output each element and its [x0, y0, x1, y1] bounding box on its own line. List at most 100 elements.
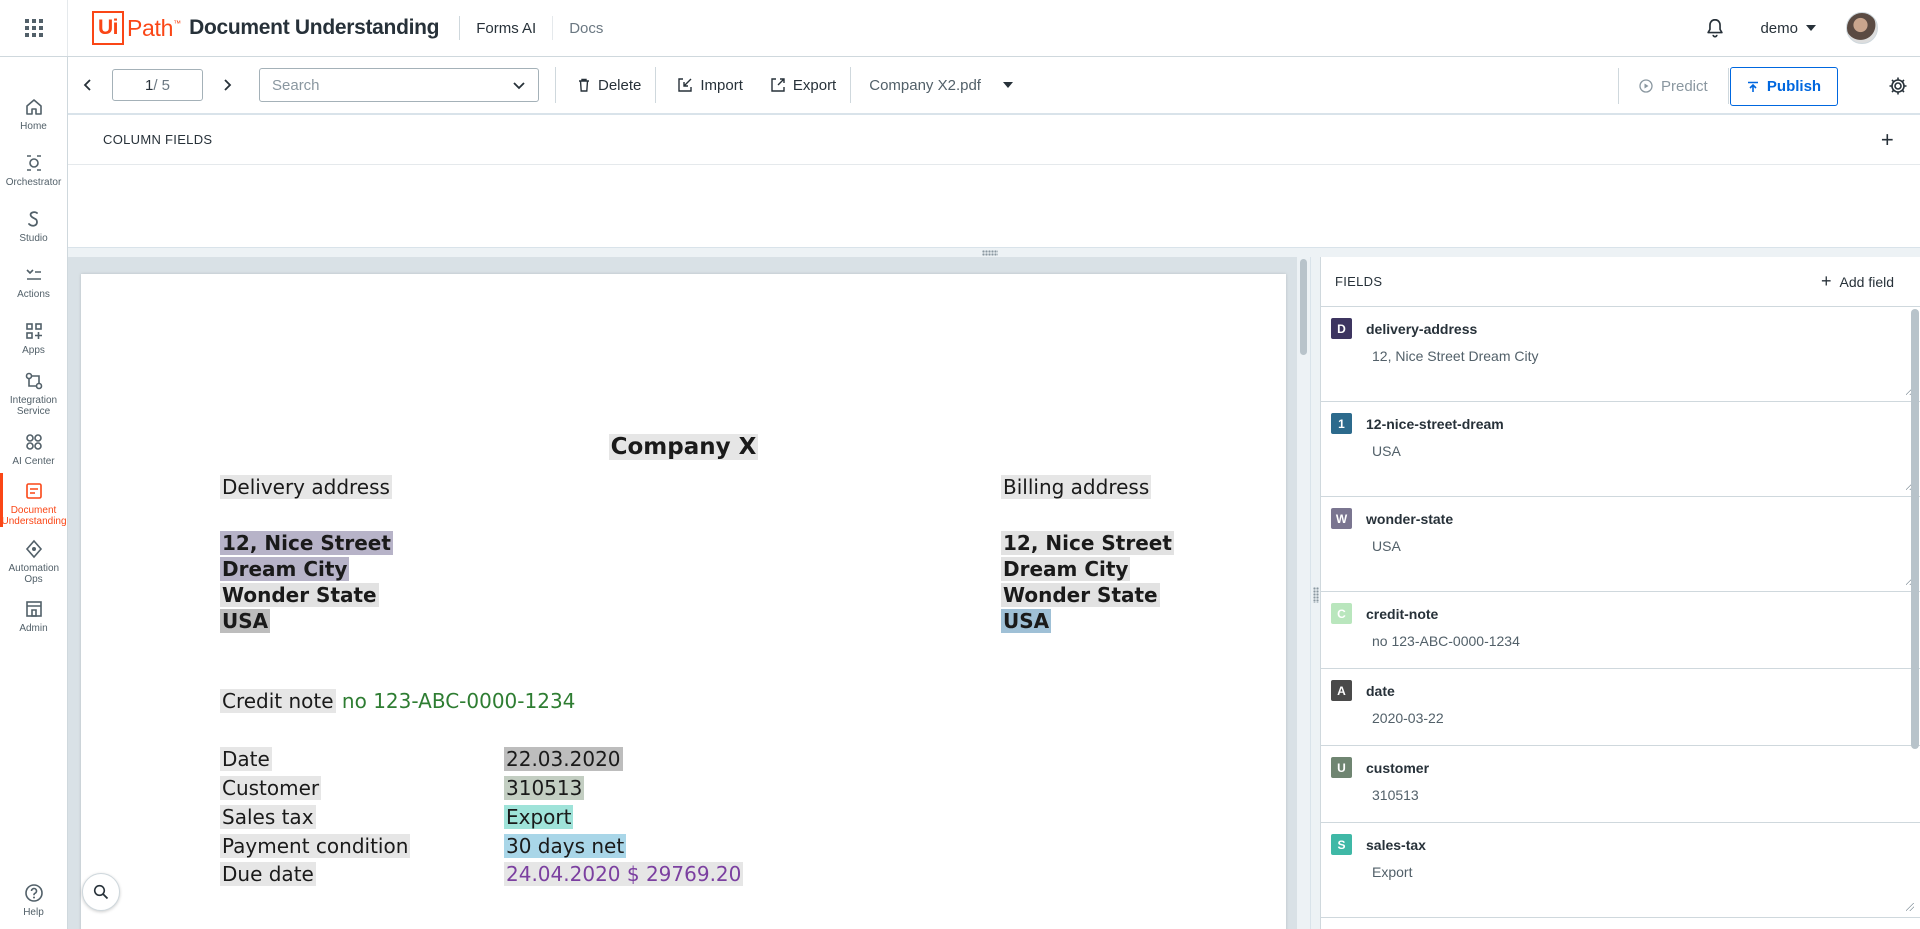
- field-value-input[interactable]: 12, Nice Street Dream City: [1372, 348, 1906, 364]
- nav-item-orchestrator[interactable]: Orchestrator: [0, 153, 67, 188]
- fields-title: FIELDS: [1335, 274, 1383, 289]
- next-page-button[interactable]: [217, 75, 237, 95]
- delete-button[interactable]: Delete: [564, 67, 655, 103]
- field-value-input[interactable]: Export: [1372, 864, 1906, 880]
- field-item[interactable]: Adate 2020-03-22: [1321, 669, 1920, 746]
- chevron-down-icon[interactable]: [1002, 82, 1013, 88]
- uipath-logo[interactable]: Ui Path ™ Document Understanding: [92, 0, 440, 56]
- user-name[interactable]: demo: [1760, 20, 1798, 37]
- page-number-input[interactable]: 1/ 5: [112, 69, 203, 101]
- delivery-line: Dream City: [220, 557, 350, 581]
- field-item[interactable]: Wwonder-state USA: [1321, 497, 1920, 592]
- nav-item-studio[interactable]: Studio: [0, 209, 67, 244]
- field-name: date: [1366, 682, 1395, 699]
- file-name-select[interactable]: Company X2.pdf: [869, 77, 981, 94]
- nav-item-help[interactable]: Help: [0, 883, 67, 918]
- field-value-input[interactable]: USA: [1372, 443, 1906, 459]
- nav-item-admin[interactable]: Admin: [0, 599, 67, 634]
- notifications-bell-icon[interactable]: [1704, 17, 1726, 39]
- field-name: sales-tax: [1366, 836, 1426, 853]
- resize-handle-icon[interactable]: [1906, 903, 1914, 911]
- credit-note-line: Credit note no 123-ABC-0000-1234: [220, 689, 576, 713]
- document-page: Company X Delivery address Billing addre…: [81, 274, 1286, 929]
- field-name: 12-nice-street-dream: [1366, 415, 1504, 432]
- nav-item-automation-ops[interactable]: Automation Ops: [0, 539, 67, 585]
- search-select[interactable]: Search: [259, 68, 539, 102]
- publish-label: Publish: [1766, 78, 1822, 95]
- app-launcher-button[interactable]: [0, 0, 68, 56]
- scrollbar-thumb[interactable]: [1300, 259, 1307, 355]
- billing-line: USA: [1001, 609, 1052, 633]
- document-scrollbar[interactable]: [1297, 257, 1310, 929]
- export-button[interactable]: Export: [757, 67, 850, 103]
- predict-button[interactable]: Predict: [1618, 68, 1729, 104]
- toolbar-divider: [655, 67, 657, 103]
- billing-line: 12, Nice Street: [1001, 531, 1174, 555]
- publish-button[interactable]: Publish: [1730, 67, 1838, 106]
- nav-item-integration-service[interactable]: Integration Service: [0, 371, 67, 417]
- nav-label: Help: [23, 907, 44, 918]
- help-icon: [24, 884, 43, 902]
- avatar[interactable]: [1846, 12, 1878, 44]
- nav-item-document-understanding[interactable]: Document Understanding: [0, 473, 67, 527]
- field-item[interactable]: Ddelivery-address 12, Nice Street Dream …: [1321, 307, 1920, 402]
- chevron-down-icon[interactable]: [1806, 25, 1816, 31]
- delete-label: Delete: [598, 76, 642, 94]
- field-item[interactable]: 1 12-nice-street-dream USA: [1321, 402, 1920, 497]
- fields-panel: FIELDS + Add field Ddelivery-address 12, …: [1320, 257, 1920, 929]
- field-item[interactable]: Ucustomer 310513: [1321, 746, 1920, 823]
- total-pages: / 5: [153, 76, 171, 94]
- play-circle-icon: [1639, 79, 1653, 93]
- drag-handle-icon: [982, 250, 998, 256]
- field-value-input[interactable]: 2020-03-22: [1372, 710, 1906, 726]
- field-badge: 1: [1331, 413, 1352, 434]
- admin-icon: [25, 601, 42, 617]
- field-badge: D: [1331, 318, 1352, 339]
- add-field-button[interactable]: + Add field: [1821, 271, 1894, 292]
- previous-page-button[interactable]: [78, 75, 98, 95]
- chevron-right-icon: [224, 79, 232, 91]
- nav-label: Integration Service: [9, 395, 58, 417]
- docs-link[interactable]: Docs: [569, 20, 603, 37]
- field-badge: W: [1331, 508, 1352, 529]
- nav-item-apps[interactable]: Apps: [0, 321, 67, 356]
- field-value-input[interactable]: USA: [1372, 538, 1906, 554]
- fields-scrollbar-thumb[interactable]: [1911, 309, 1919, 749]
- import-label: Import: [700, 76, 743, 94]
- zoom-button[interactable]: [82, 873, 120, 911]
- row-label: Due date: [220, 862, 316, 886]
- vertical-splitter[interactable]: [1310, 257, 1320, 929]
- add-column-field-button[interactable]: +: [1881, 127, 1894, 153]
- home-icon: [25, 99, 42, 115]
- nav-item-ai-center[interactable]: AI Center: [0, 432, 67, 467]
- delivery-line: Wonder State: [220, 583, 379, 607]
- chevron-left-icon: [83, 79, 91, 91]
- field-item[interactable]: Ccredit-note no 123-ABC-0000-1234: [1321, 592, 1920, 669]
- nav-item-actions[interactable]: Actions: [0, 265, 67, 300]
- field-value-input[interactable]: no 123-ABC-0000-1234: [1372, 633, 1906, 649]
- import-button[interactable]: Import: [664, 67, 757, 103]
- automation-ops-icon: [25, 539, 42, 559]
- horizontal-splitter[interactable]: [68, 247, 1920, 257]
- nav-label: Home: [20, 121, 47, 132]
- logo-ui: Ui: [92, 11, 124, 45]
- forms-ai-link[interactable]: Forms AI: [476, 20, 536, 37]
- row-value: 22.03.2020: [504, 747, 623, 771]
- document-viewer[interactable]: Company X Delivery address Billing addre…: [68, 257, 1310, 929]
- field-badge: U: [1331, 757, 1352, 778]
- nav-label: Automation Ops: [8, 563, 60, 585]
- grid-icon: [24, 19, 43, 37]
- billing-line: Dream City: [1001, 557, 1131, 581]
- nav-label: Apps: [22, 345, 45, 356]
- field-name: customer: [1366, 759, 1430, 776]
- add-field-label: Add field: [1839, 273, 1894, 290]
- nav-item-home[interactable]: Home: [0, 97, 67, 132]
- row-value: 24.04.2020 $ 29769.20: [504, 862, 744, 886]
- field-item[interactable]: Ssales-tax Export: [1321, 823, 1920, 918]
- trash-icon: [579, 78, 589, 92]
- row-value: Export: [504, 805, 574, 829]
- ai-center-icon: [25, 434, 42, 450]
- field-value-input[interactable]: 310513: [1372, 787, 1906, 803]
- gear-icon[interactable]: [1888, 76, 1908, 96]
- toolbar-divider: [850, 67, 852, 103]
